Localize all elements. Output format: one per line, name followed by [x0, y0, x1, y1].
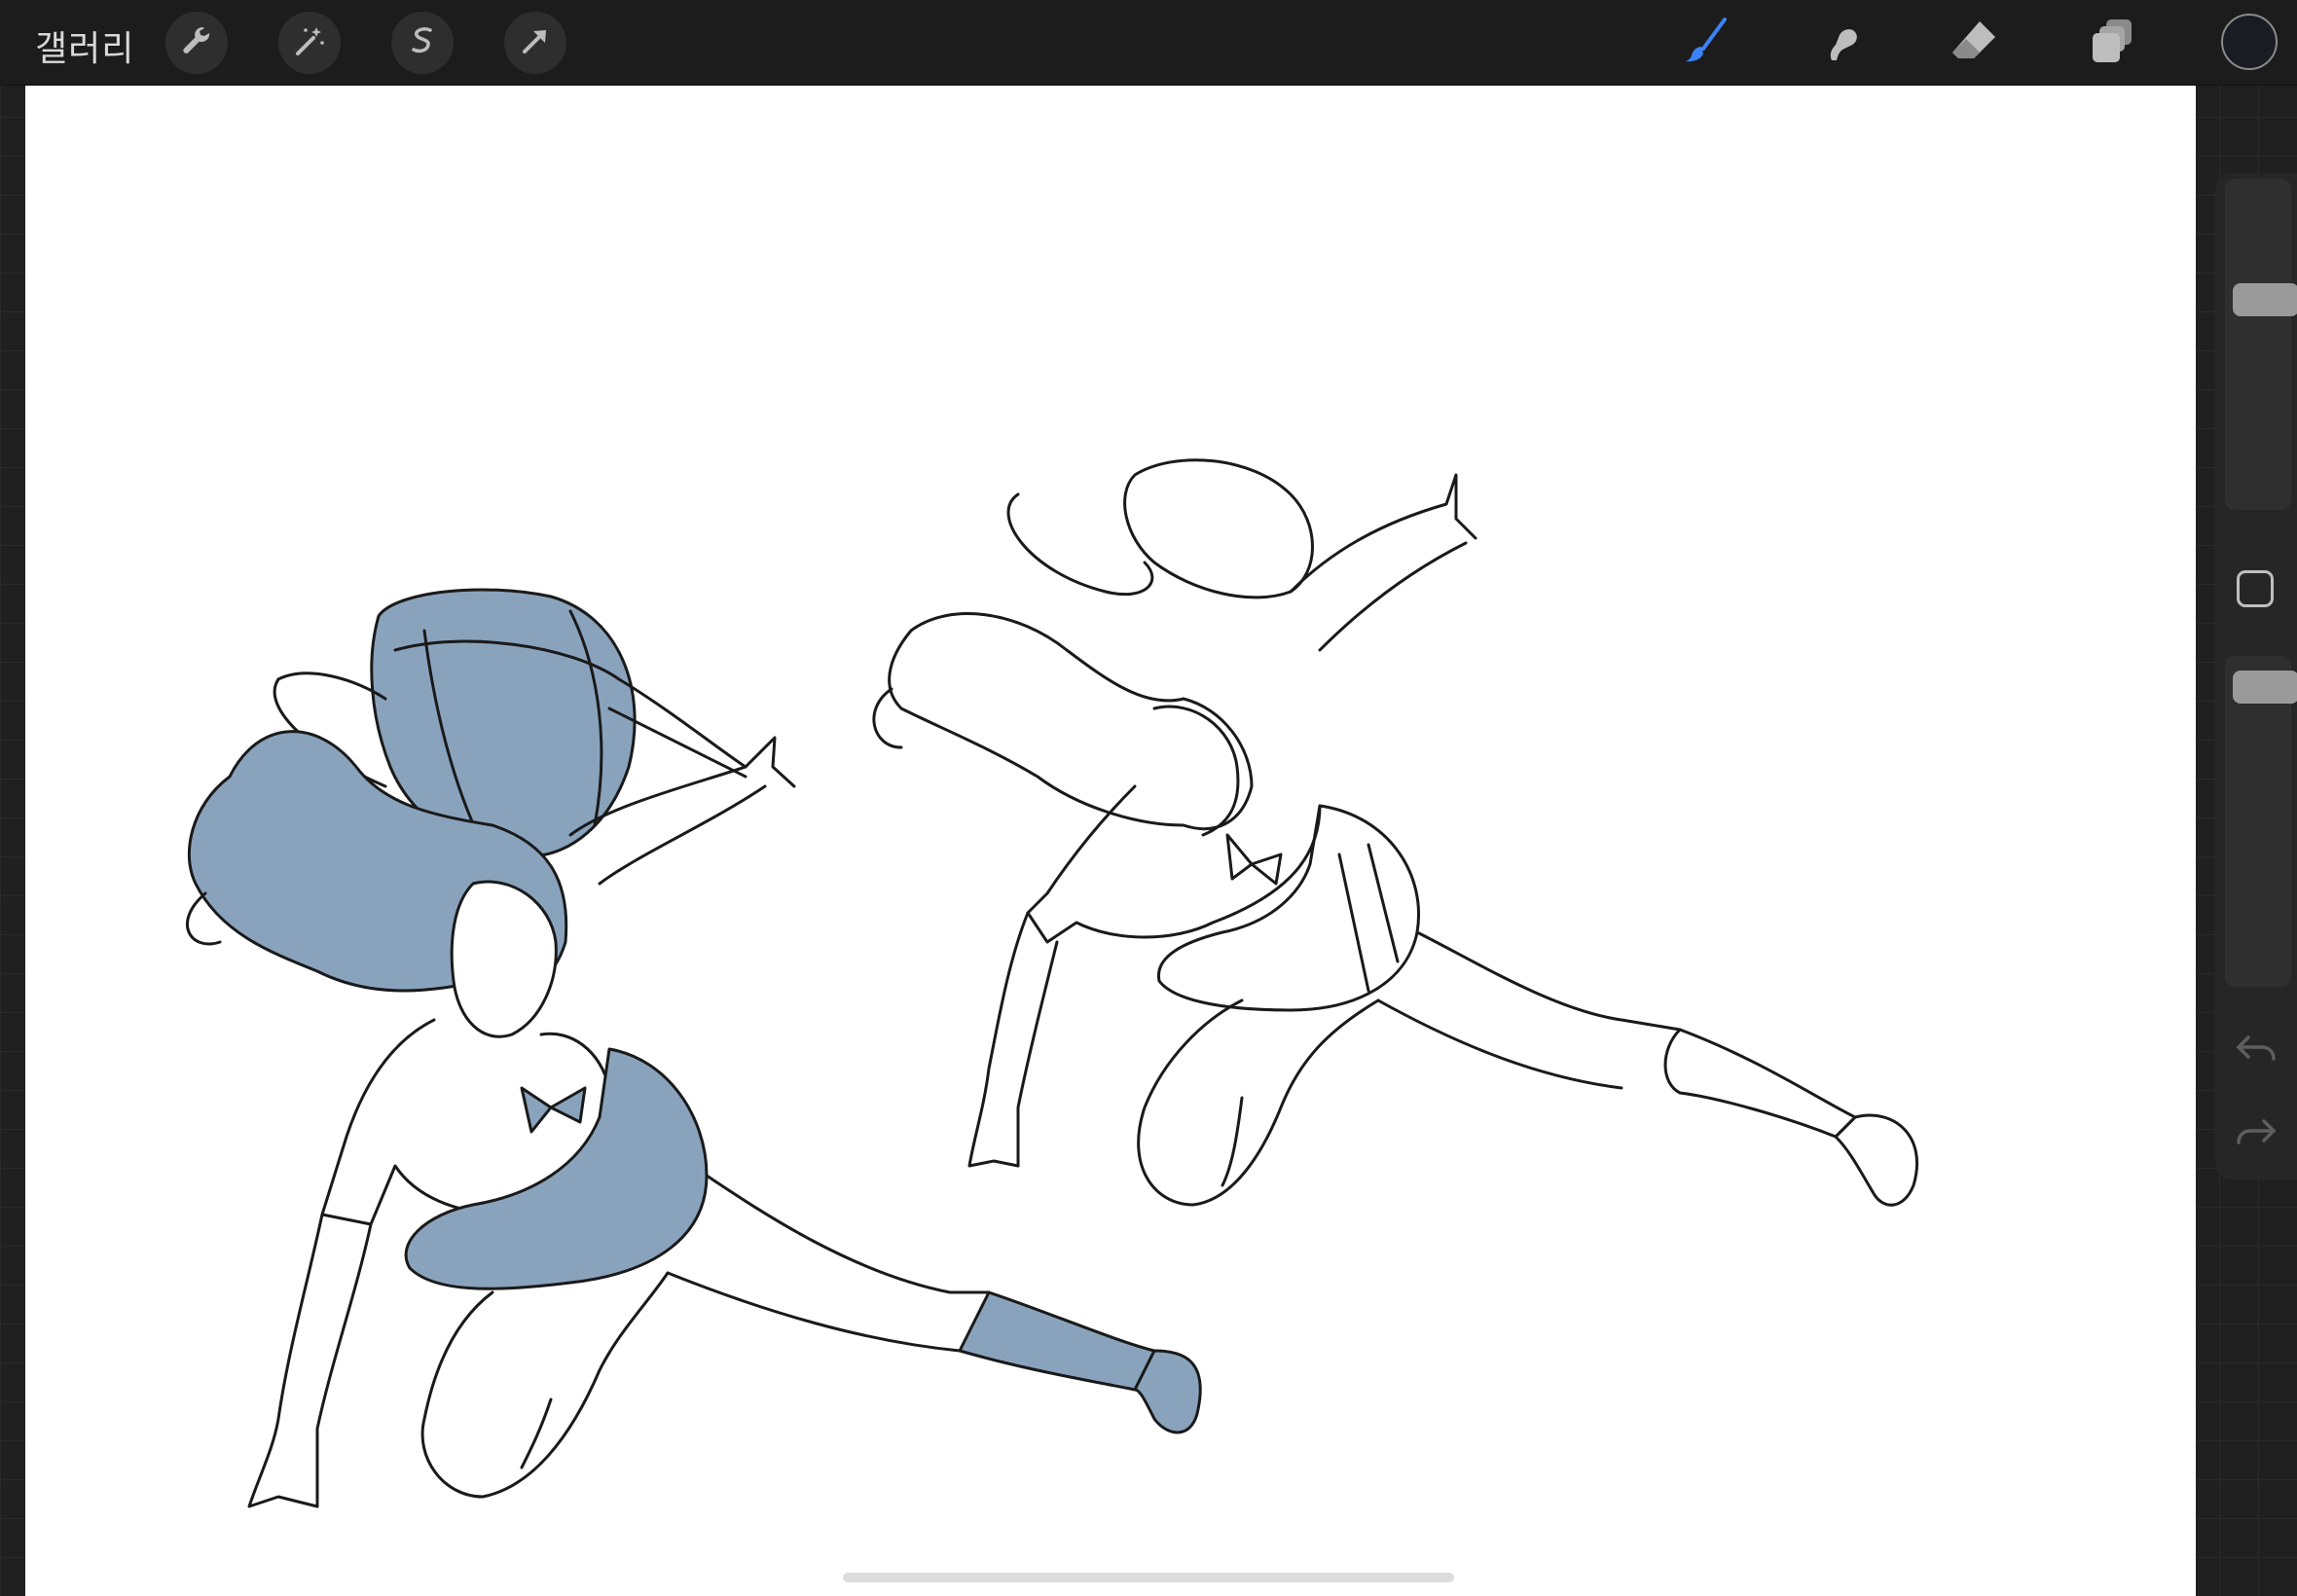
- opacity-handle[interactable]: [2233, 671, 2297, 704]
- eraser-button[interactable]: [1943, 12, 2005, 74]
- undo-icon[interactable]: [2233, 1030, 2279, 1069]
- wrench-icon: [177, 21, 216, 64]
- magic-wand-icon: [290, 21, 329, 64]
- actions-button[interactable]: [165, 12, 228, 74]
- layers-button[interactable]: [2081, 12, 2143, 74]
- drawing-canvas[interactable]: [25, 86, 2196, 1596]
- smudge-button[interactable]: [1808, 12, 1871, 74]
- gallery-button[interactable]: 갤러리: [35, 20, 134, 71]
- opacity-slider[interactable]: [2225, 656, 2297, 987]
- selection-button[interactable]: [391, 12, 454, 74]
- arrow-cursor-icon: [516, 21, 555, 64]
- home-indicator: [843, 1573, 1454, 1582]
- artwork-sketch: [185, 458, 1919, 1508]
- top-toolbar: 갤러리: [0, 0, 2297, 86]
- eraser-icon: [1947, 14, 2001, 72]
- color-picker-button[interactable]: [2221, 14, 2278, 70]
- square-icon[interactable]: [2237, 570, 2274, 607]
- sidebar: [2215, 173, 2297, 1179]
- brush-size-slider[interactable]: [2225, 179, 2297, 510]
- selection-s-icon: [403, 21, 442, 64]
- transform-button[interactable]: [504, 12, 566, 74]
- brush-button[interactable]: [1676, 12, 1738, 74]
- brush-size-handle[interactable]: [2233, 283, 2297, 316]
- brush-icon: [1680, 14, 1734, 72]
- smudge-icon: [1812, 14, 1867, 72]
- adjustments-button[interactable]: [278, 12, 341, 74]
- redo-icon[interactable]: [2233, 1113, 2279, 1152]
- layers-icon: [2085, 14, 2139, 72]
